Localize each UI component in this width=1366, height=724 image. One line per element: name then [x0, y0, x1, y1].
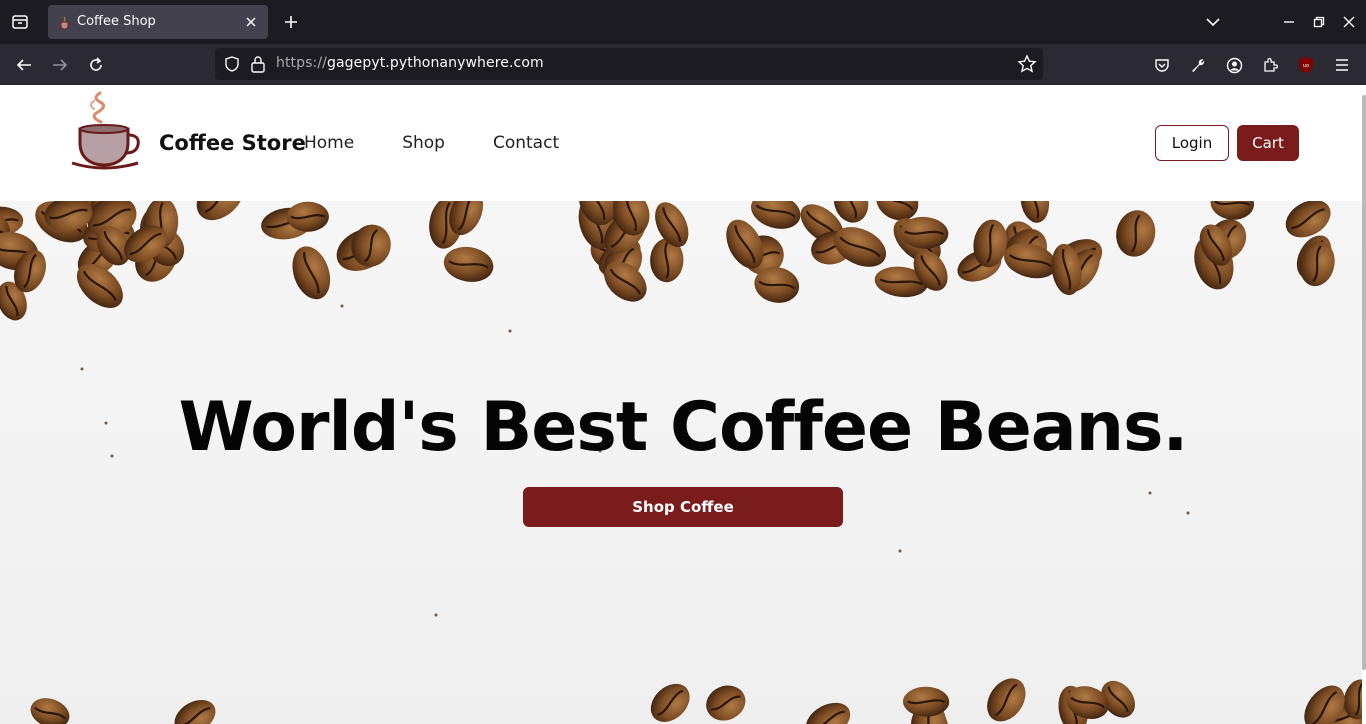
lock-icon[interactable] — [250, 55, 266, 73]
back-arrow-icon[interactable] — [11, 52, 37, 78]
reload-icon[interactable] — [83, 52, 109, 78]
tab-list-icon[interactable] — [8, 10, 32, 34]
shop-coffee-button[interactable]: Shop Coffee — [523, 487, 843, 527]
tab-title: Coffee Shop — [77, 14, 156, 29]
bookmark-star-icon[interactable] — [1017, 54, 1037, 74]
account-icon[interactable] — [1220, 51, 1248, 79]
brand-name[interactable]: Coffee Store — [159, 131, 306, 155]
restore-icon[interactable] — [1304, 7, 1334, 37]
hamburger-menu-icon[interactable] — [1328, 51, 1356, 79]
url-bar[interactable]: https://gagepyt.pythonanywhere.com — [215, 48, 1043, 80]
tab-coffee-shop[interactable]: Coffee Shop — [48, 5, 268, 39]
page-scrollbar[interactable] — [1362, 95, 1366, 670]
cart-button[interactable]: Cart — [1237, 125, 1299, 161]
coffee-cup-logo-icon[interactable] — [70, 91, 144, 171]
browser-nav-bar: https://gagepyt.pythonanywhere.com uo — [0, 44, 1366, 85]
pocket-icon[interactable] — [1148, 51, 1176, 79]
ublock-origin-icon[interactable]: uo — [1292, 51, 1320, 79]
minimize-icon[interactable] — [1274, 7, 1304, 37]
close-window-icon[interactable] — [1334, 7, 1364, 37]
close-tab-icon[interactable] — [242, 13, 260, 31]
extensions-icon[interactable] — [1256, 51, 1284, 79]
login-button[interactable]: Login — [1155, 125, 1229, 161]
forward-arrow-icon[interactable] — [47, 52, 73, 78]
site-header: Coffee Store Home Shop Contact Login Car… — [0, 85, 1362, 201]
coffee-favicon-icon — [58, 15, 72, 30]
url-scheme: https:// — [276, 55, 327, 71]
url-text[interactable]: https://gagepyt.pythonanywhere.com — [276, 55, 544, 71]
menu-item-home[interactable]: Home — [304, 133, 354, 153]
hero-title: World's Best Coffee Beans. — [178, 388, 1189, 467]
new-tab-icon[interactable] — [280, 11, 302, 33]
svg-text:uo: uo — [1303, 63, 1309, 69]
hero-section: World's Best Coffee Beans. Shop Coffee — [0, 201, 1362, 724]
web-page: Coffee Store Home Shop Contact Login Car… — [0, 85, 1366, 724]
shield-icon[interactable] — [223, 55, 241, 73]
browser-tab-bar: Coffee Shop — [0, 0, 1366, 44]
wrench-icon[interactable] — [1184, 51, 1212, 79]
chevron-down-icon[interactable] — [1198, 7, 1228, 37]
main-menu: Home Shop Contact — [304, 133, 559, 153]
url-host: gagepyt.pythonanywhere.com — [326, 55, 544, 71]
menu-item-shop[interactable]: Shop — [402, 133, 445, 153]
menu-item-contact[interactable]: Contact — [493, 133, 559, 153]
